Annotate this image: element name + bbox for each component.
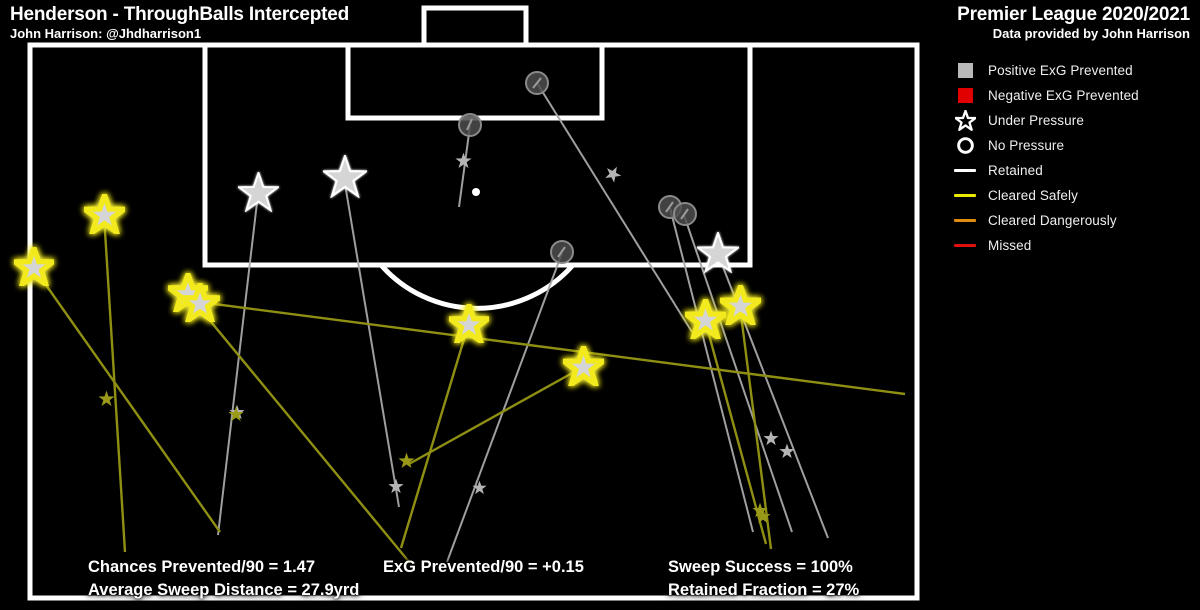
header-right: Premier League 2020/2021 Data provided b… [957, 4, 1190, 42]
legend-label: Cleared Dangerously [988, 213, 1117, 228]
page-title: Henderson - ThroughBalls Intercepted [10, 4, 350, 25]
visualization-canvas: Henderson - ThroughBalls Intercepted Joh… [0, 0, 1200, 610]
red-line-icon [948, 233, 982, 258]
grey-square-icon [948, 58, 982, 83]
legend-label: Positive ExG Prevented [988, 63, 1133, 78]
legend-item-cleared-dangerously: Cleared Dangerously [948, 208, 1198, 233]
legend-item-no-pressure: No Pressure [948, 133, 1198, 158]
legend-label: Retained [988, 163, 1043, 178]
orange-line-icon [948, 208, 982, 233]
data-credit-label: Data provided by John Harrison [992, 26, 1190, 41]
legend-item-cleared-safely: Cleared Safely [948, 183, 1198, 208]
legend-label: Cleared Safely [988, 188, 1078, 203]
yellow-line-icon [948, 183, 982, 208]
legend: Positive ExG Prevented Negative ExG Prev… [948, 58, 1198, 258]
author-handle: John Harrison: @Jhdharrison1 [10, 26, 202, 41]
legend-label: Negative ExG Prevented [988, 88, 1139, 103]
legend-label: Missed [988, 238, 1032, 253]
legend-label: Under Pressure [988, 113, 1084, 128]
white-line-icon [948, 158, 982, 183]
competition-label: Premier League 2020/2021 [957, 4, 1190, 25]
no-pressure-marker [525, 71, 549, 95]
no-pressure-marker [550, 240, 574, 264]
penalty-spot [472, 188, 480, 196]
header-left: Henderson - ThroughBalls Intercepted Joh… [10, 4, 349, 42]
red-square-icon [948, 83, 982, 108]
legend-item-under-pressure: Under Pressure [948, 108, 1198, 133]
legend-item-missed: Missed [948, 233, 1198, 258]
legend-label: No Pressure [988, 138, 1065, 153]
no-pressure-marker [673, 202, 697, 226]
star-outline-icon [948, 108, 982, 133]
legend-item-negative-exg: Negative ExG Prevented [948, 83, 1198, 108]
no-pressure-marker [458, 113, 482, 137]
circle-outline-icon [948, 133, 982, 158]
legend-item-positive-exg: Positive ExG Prevented [948, 58, 1198, 83]
legend-item-retained: Retained [948, 158, 1198, 183]
